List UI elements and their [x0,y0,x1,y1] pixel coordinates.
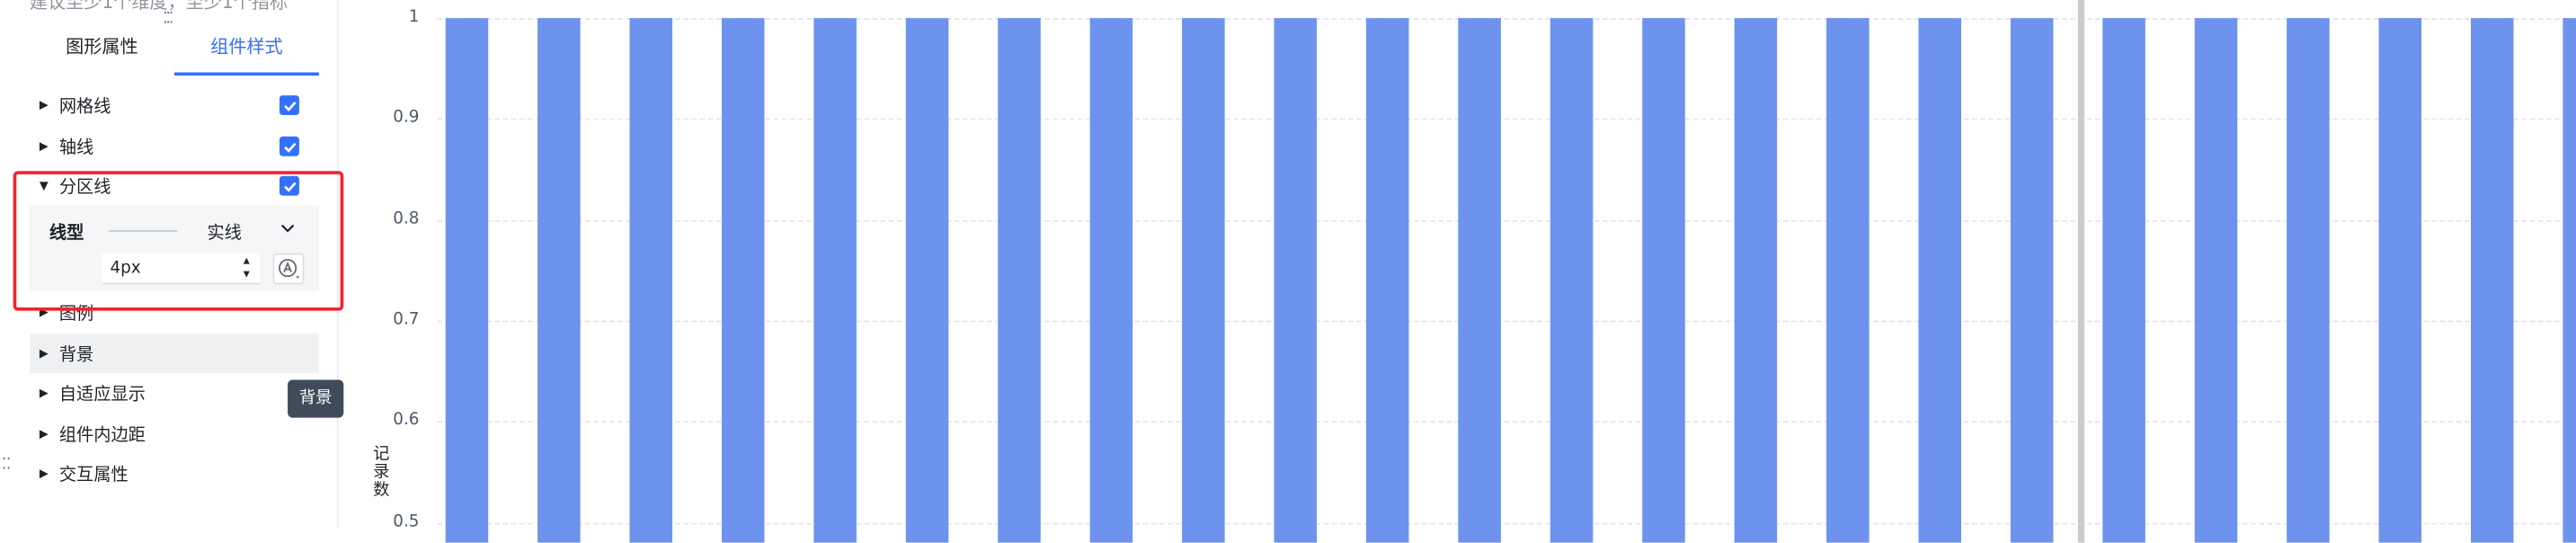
bar[interactable] [2470,18,2514,543]
expand-caret-icon: ▶ [39,346,49,361]
expand-caret-icon: ▶ [39,139,49,154]
y-axis-label: 记录数 [373,445,390,501]
y-tick-label: 0.5 [393,512,420,531]
section-gridlines[interactable]: ▶ 网格线 [30,85,319,125]
expand-caret-icon: ▶ [39,306,49,319]
partition-line [2077,0,2085,543]
bar[interactable] [1182,18,1225,543]
bar[interactable] [998,18,1041,543]
section-background[interactable]: ▶ 背景 [29,334,319,374]
tab-component-style[interactable]: 组件样式 [173,26,319,76]
resize-handle-icon[interactable]: ⁚⁚ [2,457,11,473]
section-label: 组件内边距 [58,424,146,445]
y-tick-label: 0.8 [393,209,420,228]
y-tick-label: 1 [408,8,420,27]
line-style-preview [108,230,178,232]
bar[interactable] [1918,18,1961,543]
bar[interactable] [1734,18,1778,543]
partition-line-checkbox[interactable] [279,175,299,196]
auto-toggle-button[interactable] [272,253,305,285]
section-adaptive-display[interactable]: ▶ 自适应显示 [30,373,319,413]
section-interaction[interactable]: ▶ 交互属性 [30,454,319,494]
section-label: 分区线 [58,176,111,197]
bar[interactable] [2102,18,2145,543]
section-label: 轴线 [58,137,94,157]
bar[interactable] [1642,18,1685,543]
bar[interactable] [2563,18,2576,543]
section-label: 自适应显示 [58,384,146,405]
bar[interactable] [2287,18,2330,543]
bar[interactable] [1274,18,1318,543]
bar[interactable] [1365,18,1409,543]
bar[interactable] [2378,18,2422,543]
expand-caret-icon: ▶ [39,427,49,441]
axis-checkbox[interactable] [279,136,299,156]
bar[interactable] [1550,18,1594,543]
expand-caret-icon: ▶ [39,386,49,400]
collapse-caret-icon: ▼ [39,179,49,192]
section-partition-line[interactable]: ▼ 分区线 [30,166,319,206]
section-label: 网格线 [58,95,111,116]
y-tick-label: 0.6 [393,411,420,430]
bar[interactable] [629,18,673,543]
checkmark-icon [283,141,296,152]
expand-caret-icon: ▶ [39,467,49,481]
y-tick-label: 0.9 [393,109,420,128]
bar[interactable] [2010,18,2054,543]
bar[interactable] [1089,18,1133,543]
panel-tabs: 图形属性 组件样式 [30,26,319,76]
checkmark-icon [283,101,296,111]
section-label: 交互属性 [58,464,129,485]
bar[interactable] [1458,18,1501,543]
stepper-arrows-icon[interactable]: ▲ ▼ [244,254,250,280]
bar[interactable] [905,18,949,543]
bar[interactable] [1826,18,1870,543]
checkmark-icon [283,181,296,191]
tab-graph-properties[interactable]: 图形属性 [30,26,174,76]
section-label: 图例 [58,303,94,324]
partition-line-settings: 线型 实线 4px ▲ ▼ [29,205,319,291]
tooltip: 背景 [288,379,344,418]
bar[interactable] [445,18,489,543]
section-component-padding[interactable]: ▶ 组件内边距 [30,414,319,454]
bar[interactable] [2194,18,2238,543]
auto-icon [279,259,299,280]
line-width-input[interactable]: 4px [102,253,260,285]
chevron-down-icon[interactable] [280,220,296,236]
y-tick-label: 0.7 [393,310,420,329]
config-panel: 建议至少1个维度，至少1个指标 ⁚⁚⁚ 图形属性 组件样式 ▶ 网格线 ▶ 轴线… [0,0,344,529]
bar[interactable] [537,18,581,543]
section-axis[interactable]: ▶ 轴线 [30,127,319,166]
field-hint: 建议至少1个维度，至少1个指标 [29,0,289,13]
bar[interactable] [721,18,765,543]
section-label: 背景 [58,344,94,365]
expand-caret-icon: ▶ [39,98,49,112]
line-type-select[interactable]: 实线 [207,220,241,245]
bar-chart: 记录数 1 0.9 0.8 0.7 0.6 0.5 [341,0,2576,543]
gridlines-checkbox[interactable] [279,95,299,116]
bar[interactable] [813,18,857,543]
line-type-label: 线型 [49,223,84,244]
section-legend[interactable]: ▶ 图例 [30,293,319,333]
